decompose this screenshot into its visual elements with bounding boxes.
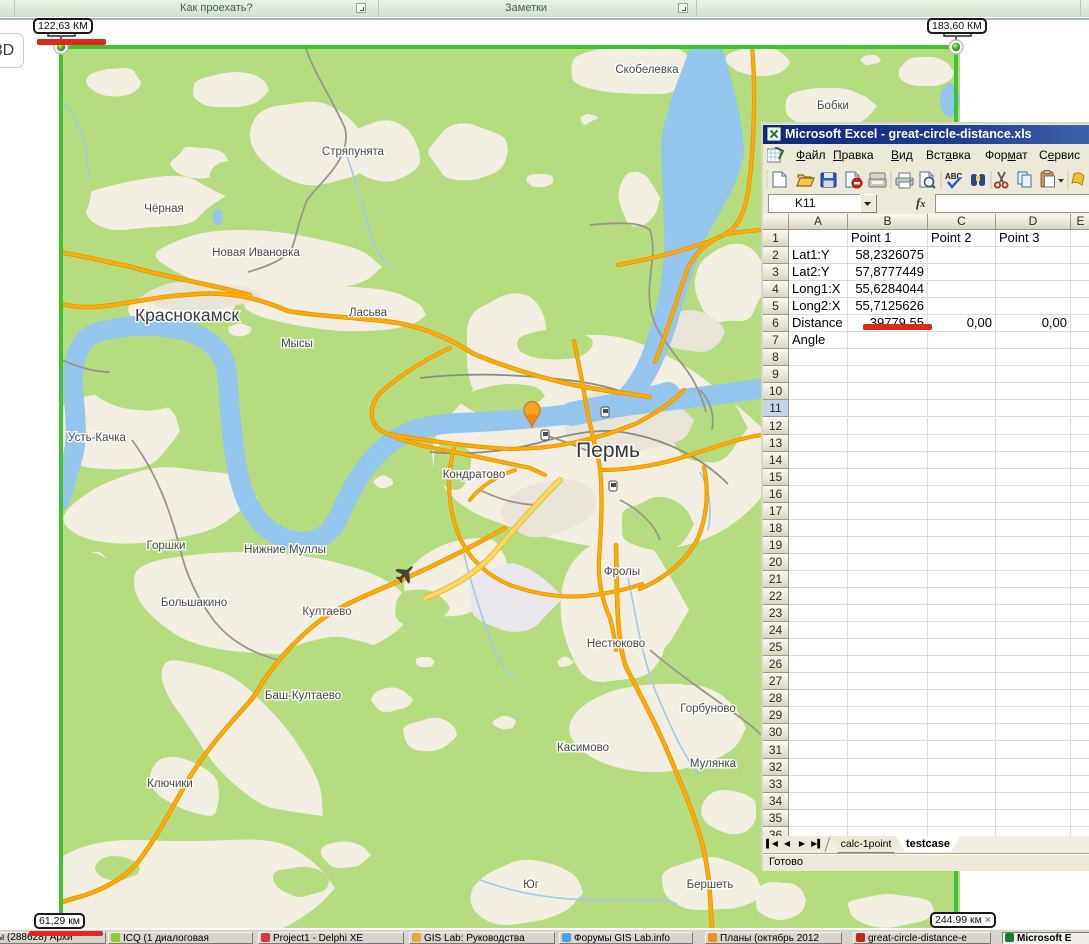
- svg-text:Касимово: Касимово: [557, 742, 609, 754]
- svg-text:Фролы: Фролы: [604, 566, 640, 578]
- svg-text:Большакино: Большакино: [161, 597, 227, 609]
- svg-text:Бобки: Бобки: [817, 100, 849, 112]
- svg-text:Чёрная: Чёрная: [144, 203, 183, 215]
- svg-text:Ключики: Ключики: [147, 778, 193, 790]
- svg-text:Баш-Култаево: Баш-Култаево: [265, 690, 341, 702]
- svg-text:Кондратово: Кондратово: [443, 469, 506, 481]
- svg-text:Юг: Юг: [523, 879, 539, 891]
- svg-text:Краснокамск: Краснокамск: [135, 305, 239, 325]
- svg-text:Бершеть: Бершеть: [687, 879, 734, 891]
- svg-text:Мысы: Мысы: [281, 338, 313, 350]
- svg-text:Ласьва: Ласьва: [349, 307, 388, 319]
- svg-text:Стряпунята: Стряпунята: [322, 146, 385, 158]
- svg-text:Скобелевка: Скобелевка: [615, 64, 679, 76]
- svg-text:Нижние Муллы: Нижние Муллы: [244, 544, 326, 556]
- svg-text:Мулянка: Мулянка: [690, 758, 737, 770]
- svg-text:Новая Ивановка: Новая Ивановка: [212, 247, 300, 259]
- svg-text:Горшки: Горшки: [147, 540, 186, 552]
- svg-text:Усть-Качка: Усть-Качка: [68, 432, 126, 444]
- svg-text:Култаево: Култаево: [302, 606, 351, 618]
- svg-text:Горбуново: Горбуново: [680, 703, 735, 715]
- svg-text:Нестюково: Нестюково: [587, 638, 645, 650]
- svg-text:Пермь: Пермь: [576, 439, 640, 462]
